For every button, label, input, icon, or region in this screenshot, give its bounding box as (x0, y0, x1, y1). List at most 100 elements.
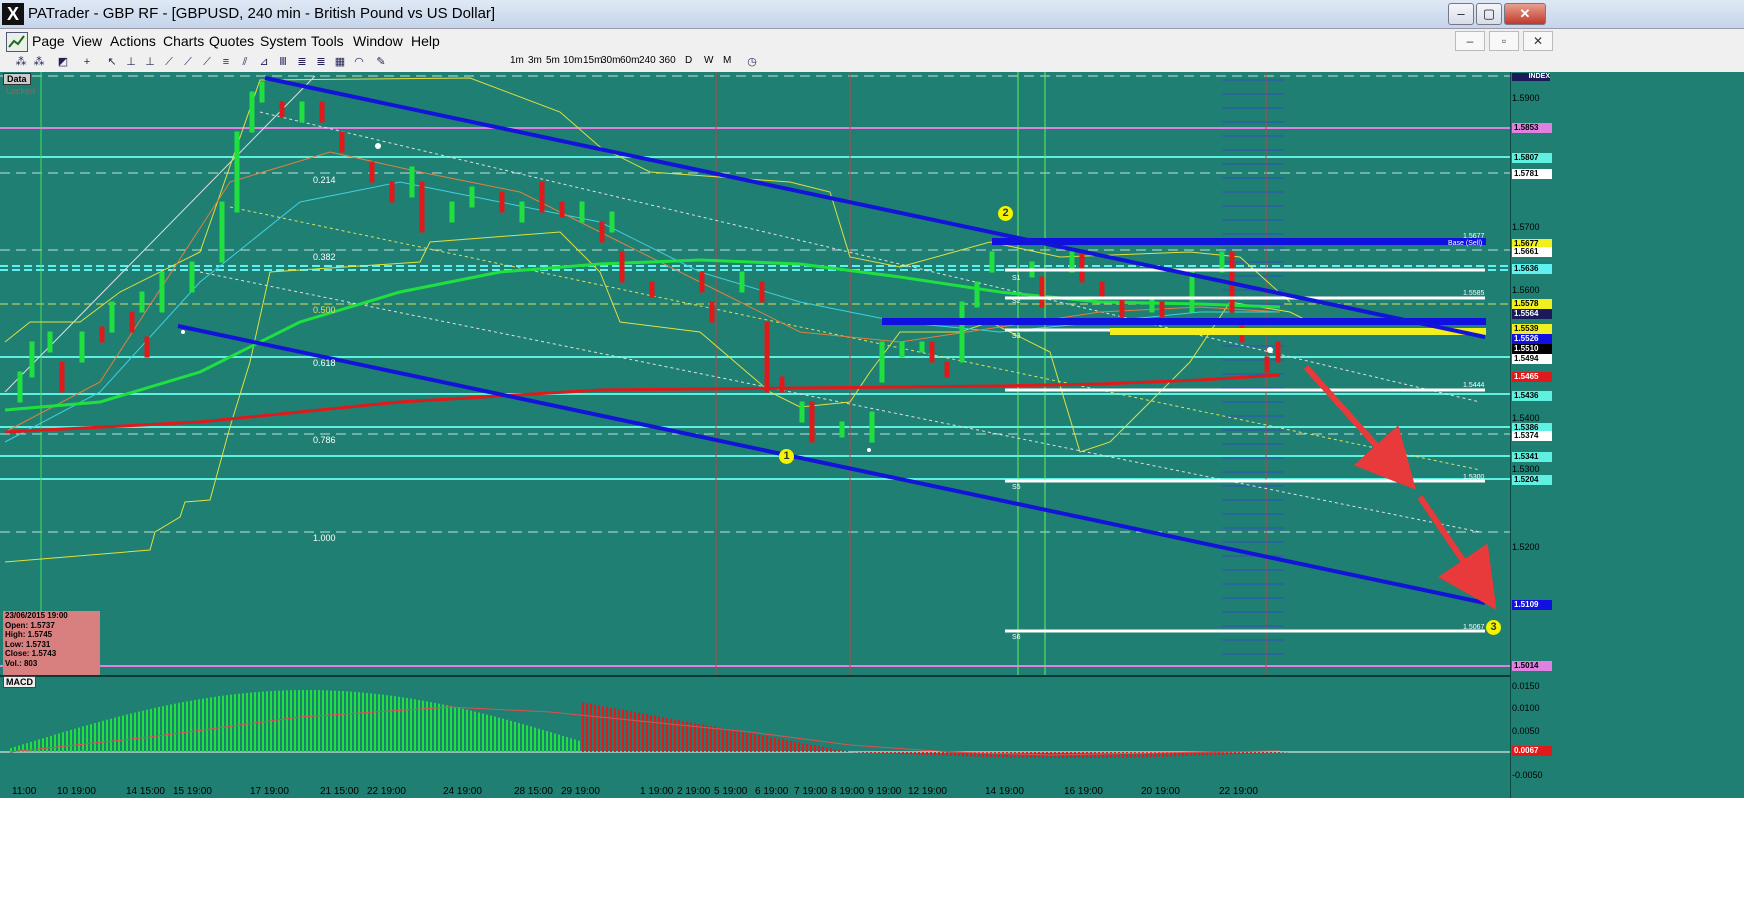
macd-bar (474, 711, 476, 752)
macd-bar (602, 706, 604, 752)
macd-bar (34, 740, 36, 752)
macd-bar (1098, 752, 1100, 758)
chart-app-icon[interactable] (6, 32, 28, 52)
menu-system[interactable]: System (260, 33, 307, 49)
macd-bar (1258, 752, 1260, 754)
macd-bar (574, 739, 576, 752)
macd-bar (890, 752, 892, 754)
menu-help[interactable]: Help (411, 33, 440, 49)
macd-bar (886, 752, 888, 754)
macd-bar (814, 745, 816, 752)
tf-30m[interactable]: 30m (601, 55, 620, 66)
minimize-button[interactable]: – (1448, 3, 1474, 25)
macd-bar (318, 690, 320, 752)
fan-icon[interactable]: ⟋ (200, 55, 214, 69)
price-tag: 1.5374 (1512, 431, 1552, 441)
macd-bar (38, 739, 40, 752)
tf-monthly[interactable]: M (723, 55, 731, 66)
price-chart[interactable] (0, 72, 1510, 676)
mdi-minimize-button[interactable]: – (1455, 31, 1485, 51)
ohlc-info-box: 23/06/2015 19:00 Open: 1.5737 High: 1.57… (3, 611, 100, 675)
macd-bar (550, 732, 552, 752)
tf-240[interactable]: 240 (639, 55, 656, 66)
chart-wizard-icon[interactable]: ◩ (56, 55, 70, 69)
macd-bar (394, 696, 396, 752)
macd-bar (530, 726, 532, 752)
macd-bar (758, 734, 760, 752)
tf-3m[interactable]: 3m (528, 55, 542, 66)
close-button[interactable]: ✕ (1504, 3, 1546, 25)
macd-bar (182, 702, 184, 752)
macd-bar (862, 752, 864, 753)
network-icon[interactable]: ⁂ (14, 55, 28, 69)
tf-60m[interactable]: 60m (620, 55, 639, 66)
fib-icon[interactable]: ≡ (219, 55, 233, 69)
macd-bar (518, 723, 520, 752)
pivot-top-value: 1.5677 (1463, 233, 1485, 240)
clock-icon[interactable]: ◷ (745, 55, 759, 69)
macd-bar (654, 715, 656, 752)
page-scroll-strip (1744, 0, 1762, 898)
menu-page[interactable]: Page (32, 33, 65, 49)
ext-icon[interactable]: ≣ (314, 55, 328, 69)
tf-weekly[interactable]: W (704, 55, 713, 66)
macd-bar (338, 690, 340, 752)
macd-bar (494, 716, 496, 752)
macd-bar (222, 695, 224, 752)
trendline-icon[interactable]: ⟋ (162, 55, 176, 69)
macd-bar (458, 707, 460, 752)
date-label: 8 19:00 (831, 786, 865, 797)
pitchfork-icon[interactable]: ⫽ (238, 55, 252, 69)
macd-bar (1106, 752, 1108, 758)
info-volume: Vol.: 803 (5, 658, 38, 668)
macd-bar (174, 703, 176, 752)
menu-charts[interactable]: Charts (163, 33, 204, 49)
fib-label-0500: 0.500 (313, 305, 336, 315)
mdi-restore-button[interactable]: ▫ (1489, 31, 1519, 51)
menu-window[interactable]: Window (353, 33, 403, 49)
macd-bar (190, 700, 192, 752)
macd-bar (238, 693, 240, 752)
tf-10m[interactable]: 10m (563, 55, 582, 66)
macd-chart[interactable] (0, 677, 1510, 785)
macd-bar (386, 695, 388, 752)
cycle-icon[interactable]: Ⅲ (276, 55, 290, 69)
tf-daily[interactable]: D (685, 55, 692, 66)
tf-15m[interactable]: 15m (583, 55, 602, 66)
macd-bar (710, 726, 712, 752)
channel-icon[interactable]: ⟋ (181, 55, 195, 69)
tf-360[interactable]: 360 (659, 55, 676, 66)
crosshair-icon[interactable]: + (80, 55, 94, 69)
hline-icon[interactable]: ⊥ (124, 55, 138, 69)
macd-bar (194, 699, 196, 752)
macd-bar (730, 729, 732, 752)
maximize-button[interactable]: ▢ (1476, 3, 1502, 25)
pointer-icon[interactable]: ↖ (105, 55, 119, 69)
macd-bar (786, 740, 788, 752)
gann-icon[interactable]: ⊿ (257, 55, 271, 69)
date-label: 16 19:00 (1064, 786, 1103, 797)
grid-icon[interactable]: ▦ (333, 55, 347, 69)
menu-quotes[interactable]: Quotes (209, 33, 254, 49)
macd-bar (438, 703, 440, 752)
macd-label[interactable]: MACD (3, 676, 36, 688)
date-label: 22 19:00 (1219, 786, 1258, 797)
menu-tools[interactable]: Tools (311, 33, 344, 49)
macd-bar (782, 739, 784, 752)
menu-actions[interactable]: Actions (110, 33, 156, 49)
fib-label-1000: 1.000 (313, 533, 336, 543)
network2-icon[interactable]: ⁂ (32, 55, 46, 69)
mdi-close-button[interactable]: ✕ (1523, 31, 1553, 51)
data-tab[interactable]: Data (3, 73, 31, 85)
tf-5m[interactable]: 5m (546, 55, 560, 66)
menu-view[interactable]: View (72, 33, 102, 49)
retrace-icon[interactable]: ≣ (295, 55, 309, 69)
date-label: 28 15:00 (514, 786, 553, 797)
macd-bar (74, 728, 76, 752)
arc-icon[interactable]: ◠ (352, 55, 366, 69)
macd-bar (1022, 752, 1024, 758)
ma-teal (4, 181, 1280, 443)
vline-icon[interactable]: ⊥ (143, 55, 157, 69)
tf-1m[interactable]: 1m (510, 55, 524, 66)
draw-icon[interactable]: ✎ (374, 55, 388, 69)
